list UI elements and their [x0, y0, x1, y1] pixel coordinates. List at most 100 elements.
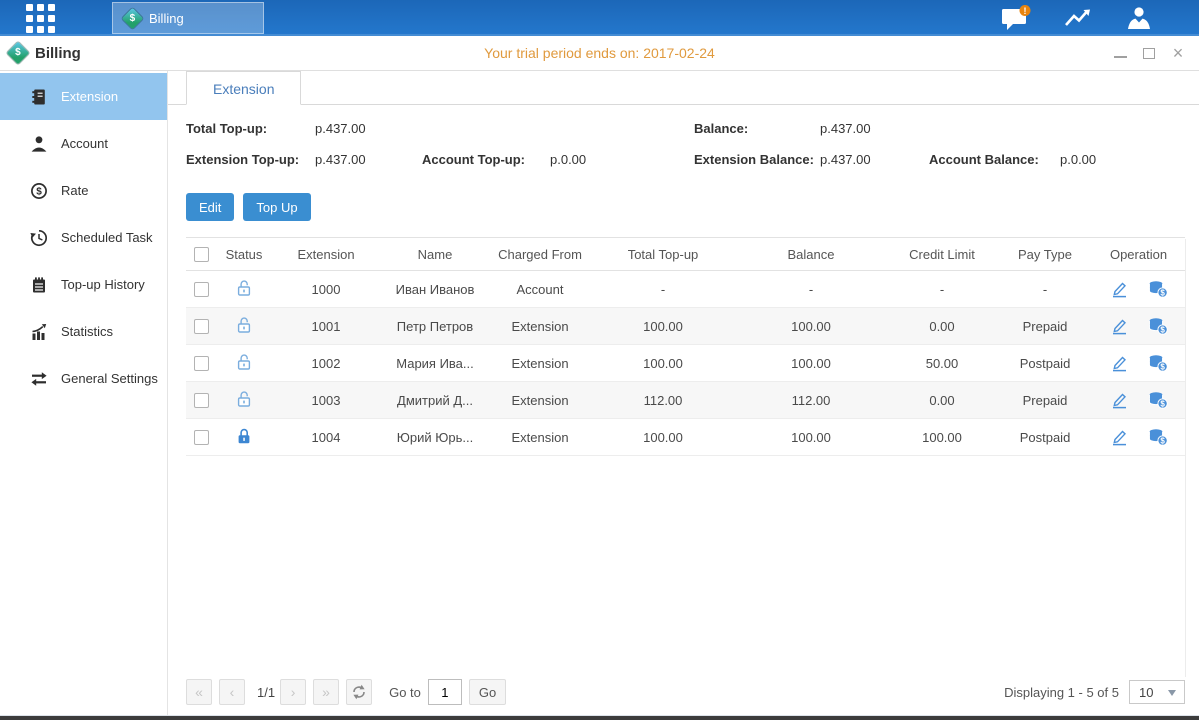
edit-button[interactable]: Edit: [186, 193, 234, 221]
total-topup-value: p.437.00: [315, 121, 366, 136]
cell-charged-from: Extension: [490, 345, 590, 382]
account-topup-value: p.0.00: [550, 152, 586, 167]
billing-diamond-icon: $: [122, 7, 143, 28]
sidebar-item-scheduled-task[interactable]: Scheduled Task: [0, 214, 167, 261]
book-icon: [30, 88, 48, 106]
pagination-bar: « ‹ 1/1 › » Go to Go: [186, 679, 1185, 705]
sidebar-item-topup-history[interactable]: Top-up History: [0, 261, 167, 308]
cell-charged-from: Account: [490, 271, 590, 308]
page-size-select[interactable]: 10: [1129, 680, 1185, 704]
account-balance-label: Account Balance:: [929, 152, 1039, 167]
select-all-checkbox[interactable]: [194, 247, 209, 262]
go-button[interactable]: Go: [469, 679, 506, 705]
sliders-icon: [30, 370, 48, 388]
stats-icon: [30, 323, 48, 341]
edit-icon[interactable]: [1109, 280, 1131, 298]
balance-value: p.437.00: [820, 121, 871, 136]
cell-total-topup: 112.00: [590, 382, 736, 419]
cell-credit-limit: 50.00: [886, 345, 998, 382]
cell-extension: 1000: [272, 271, 380, 308]
extension-table: StatusExtensionNameCharged FromTotal Top…: [186, 237, 1185, 456]
edit-icon[interactable]: [1109, 354, 1131, 372]
edit-icon[interactable]: [1109, 391, 1131, 409]
billing-app-tab[interactable]: $ Billing: [112, 2, 264, 34]
total-topup-label: Total Top-up:: [186, 121, 267, 136]
topup-button[interactable]: Top Up: [243, 193, 310, 221]
sidebar-item-extension[interactable]: Extension: [0, 73, 167, 120]
balance-summary: Total Top-up: p.437.00 Balance: p.437.00…: [186, 117, 1185, 183]
cell-pay-type: Prepaid: [998, 308, 1092, 345]
edit-icon[interactable]: [1109, 428, 1131, 446]
cell-credit-limit: 100.00: [886, 419, 998, 456]
sidebar-item-account[interactable]: Account: [0, 120, 167, 167]
sidebar-item-rate[interactable]: $ Rate: [0, 167, 167, 214]
reports-chart-icon[interactable]: [1063, 6, 1093, 30]
cell-credit-limit: 0.00: [886, 308, 998, 345]
dollar-circle-icon: $: [30, 182, 48, 200]
topup-icon[interactable]: $: [1147, 280, 1169, 298]
locked-icon: [234, 426, 254, 446]
cell-extension: 1004: [272, 419, 380, 456]
account-topup-label: Account Top-up:: [422, 152, 525, 167]
row-checkbox[interactable]: [194, 282, 209, 297]
unlocked-icon: [234, 278, 254, 298]
action-buttons: Edit Top Up: [186, 193, 1185, 221]
titlebar: $ Billing Your trial period ends on: 201…: [0, 36, 1199, 71]
close-button[interactable]: ×: [1171, 46, 1185, 60]
cell-balance: 112.00: [736, 382, 886, 419]
ledger-icon: [30, 276, 48, 294]
sidebar-item-label: Rate: [61, 183, 88, 198]
column-header: Name: [380, 238, 490, 271]
page-indicator: 1/1: [257, 685, 275, 700]
table-row: 1001Петр ПетровExtension100.00100.000.00…: [186, 308, 1185, 345]
edit-icon[interactable]: [1109, 317, 1131, 335]
maximize-button[interactable]: [1142, 46, 1156, 60]
table-row: 1000Иван ИвановAccount----$: [186, 271, 1185, 308]
topup-icon[interactable]: $: [1147, 428, 1169, 446]
column-header: Pay Type: [998, 238, 1092, 271]
unlocked-icon: [234, 315, 254, 335]
column-header: Total Top-up: [590, 238, 736, 271]
first-page-button[interactable]: «: [186, 679, 212, 705]
table-row: 1002Мария Ива...Extension100.00100.0050.…: [186, 345, 1185, 382]
row-checkbox[interactable]: [194, 393, 209, 408]
app-launcher-grid-icon[interactable]: [26, 4, 55, 33]
svg-text:$: $: [1160, 437, 1165, 446]
last-page-button[interactable]: »: [313, 679, 339, 705]
topup-icon[interactable]: $: [1147, 391, 1169, 409]
extension-balance-value: p.437.00: [820, 152, 871, 167]
svg-text:!: !: [1024, 5, 1027, 15]
goto-label: Go to: [389, 685, 421, 700]
refresh-button[interactable]: [346, 679, 372, 705]
sidebar-item-general-settings[interactable]: General Settings: [0, 355, 167, 402]
sidebar-item-label: General Settings: [61, 371, 158, 386]
cell-name: Иван Иванов: [380, 271, 490, 308]
cell-name: Петр Петров: [380, 308, 490, 345]
tab-strip: Extension: [186, 71, 1185, 105]
next-page-button[interactable]: ›: [280, 679, 306, 705]
grid-right-edge: [1185, 239, 1186, 677]
topup-icon[interactable]: $: [1147, 317, 1169, 335]
tab-extension[interactable]: Extension: [186, 71, 301, 105]
topbar-icons: !: [1001, 0, 1153, 36]
cell-extension: 1001: [272, 308, 380, 345]
cell-credit-limit: 0.00: [886, 382, 998, 419]
topup-icon[interactable]: $: [1147, 354, 1169, 372]
sidebar: ExtensionAccount $ Rate Scheduled TaskTop-u…: [0, 71, 168, 715]
prev-page-button[interactable]: ‹: [219, 679, 245, 705]
svg-text:$: $: [36, 186, 42, 197]
goto-page-input[interactable]: [428, 679, 462, 705]
cell-total-topup: 100.00: [590, 308, 736, 345]
extension-topup-value: p.437.00: [315, 152, 366, 167]
minimize-button[interactable]: [1113, 46, 1127, 60]
page-size-value: 10: [1139, 685, 1153, 700]
column-header: Balance: [736, 238, 886, 271]
sidebar-item-label: Statistics: [61, 324, 113, 339]
messages-icon[interactable]: !: [1001, 5, 1031, 32]
row-checkbox[interactable]: [194, 430, 209, 445]
user-account-icon[interactable]: [1125, 6, 1153, 30]
cell-balance: 100.00: [736, 345, 886, 382]
sidebar-item-statistics[interactable]: Statistics: [0, 308, 167, 355]
row-checkbox[interactable]: [194, 319, 209, 334]
row-checkbox[interactable]: [194, 356, 209, 371]
